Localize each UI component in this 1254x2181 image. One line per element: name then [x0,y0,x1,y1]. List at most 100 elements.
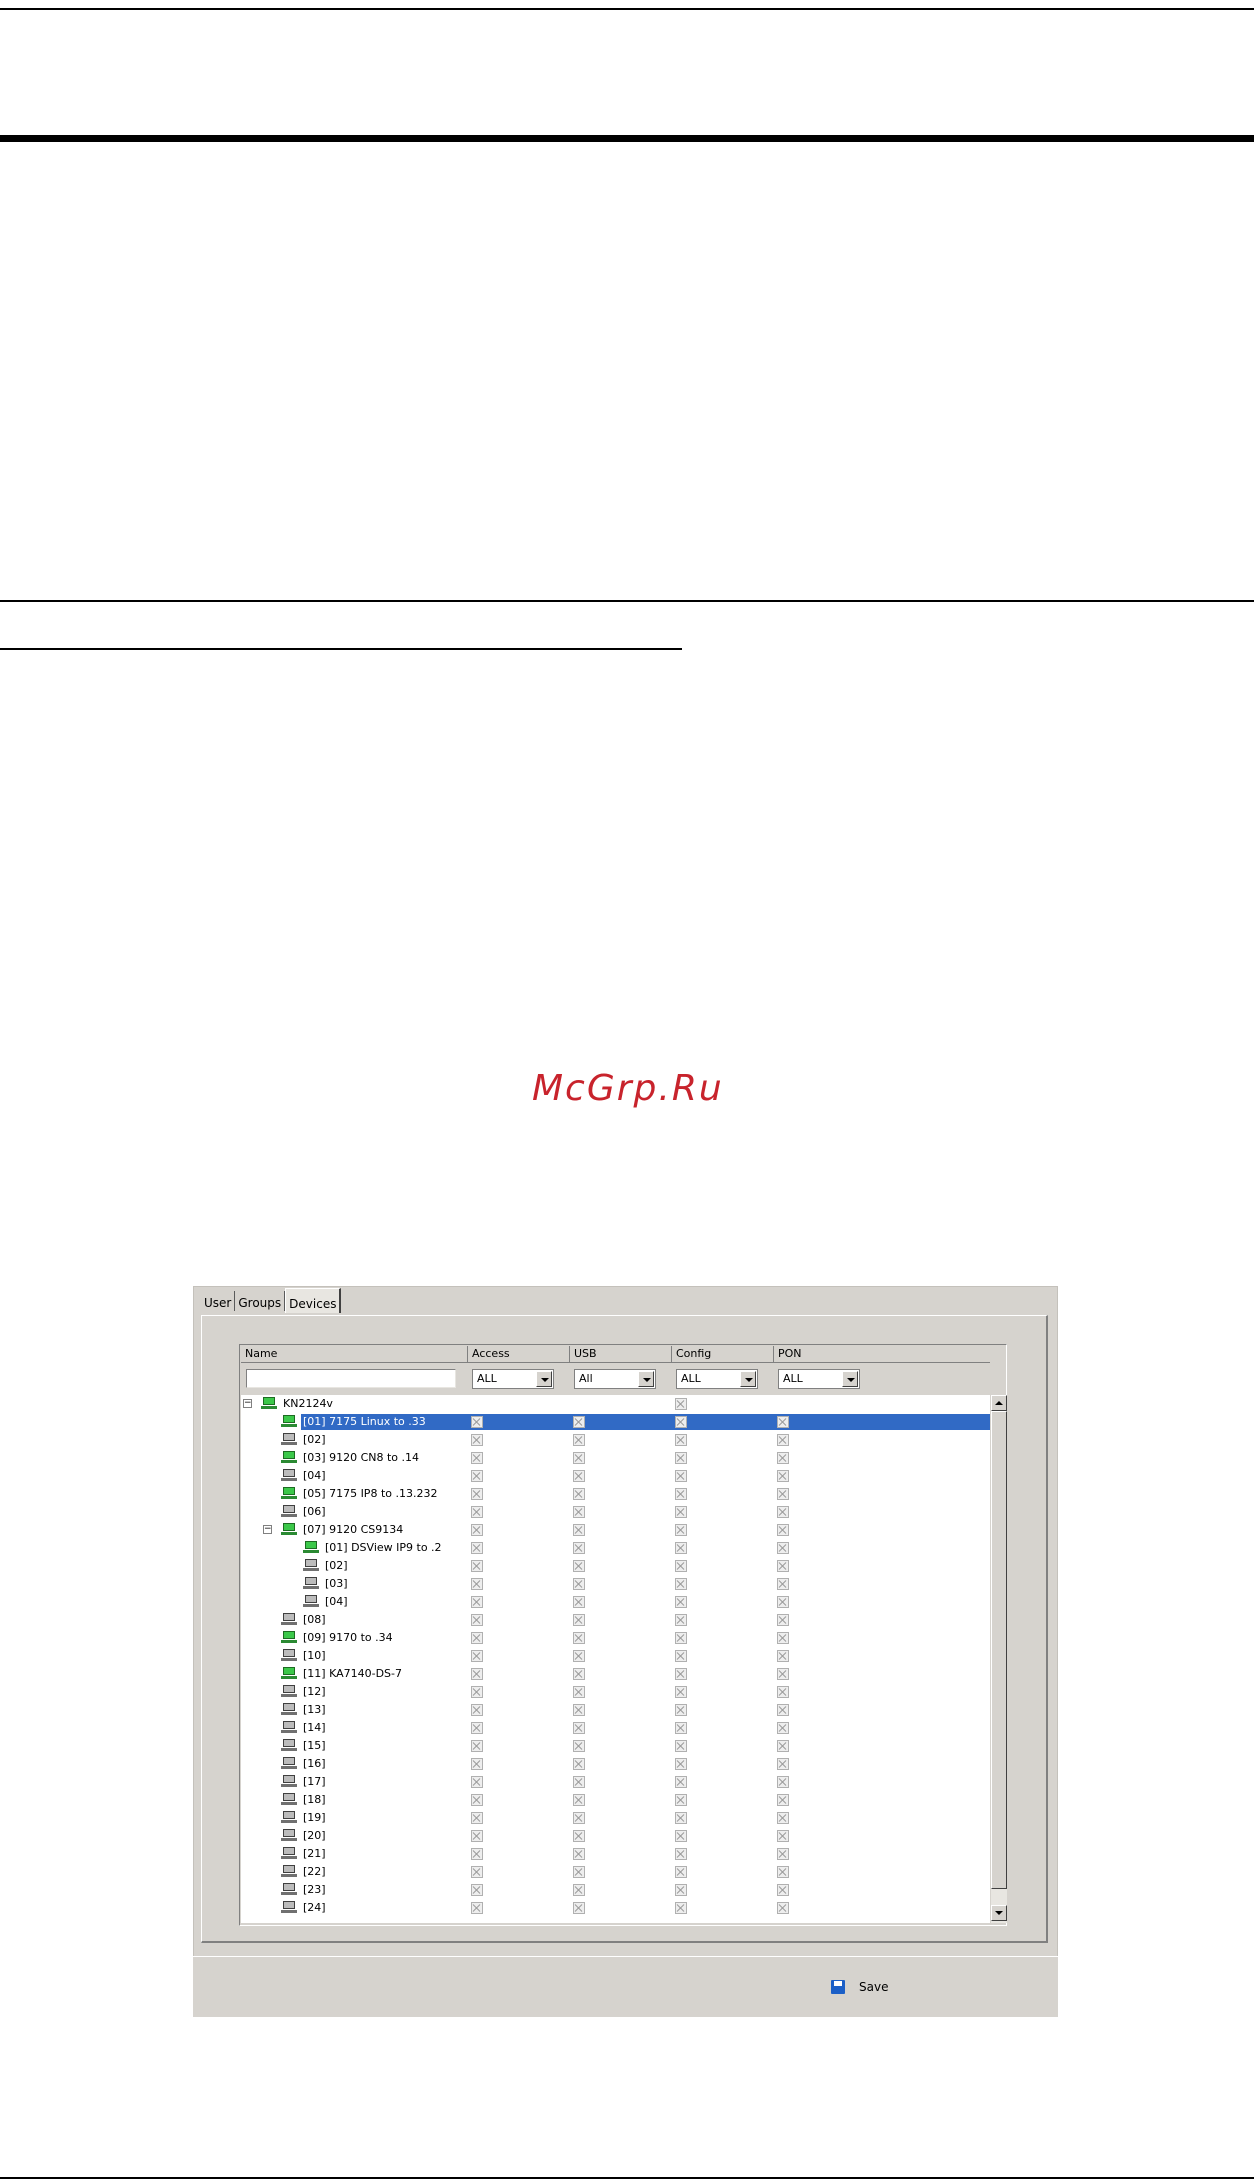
config-checkbox[interactable] [675,1704,687,1716]
pon-checkbox[interactable] [777,1632,789,1644]
tab-user[interactable]: User [201,1291,236,1311]
pon-checkbox[interactable] [777,1416,789,1428]
config-filter-select[interactable]: ALL [676,1369,758,1389]
access-checkbox[interactable] [471,1416,483,1428]
pon-checkbox[interactable] [777,1452,789,1464]
name-filter-input[interactable] [246,1369,456,1388]
tree-row[interactable]: [22] [241,1863,990,1881]
access-checkbox[interactable] [471,1902,483,1914]
pon-checkbox[interactable] [777,1902,789,1914]
access-checkbox[interactable] [471,1506,483,1518]
config-checkbox[interactable] [675,1758,687,1770]
scroll-down-icon[interactable] [991,1905,1007,1921]
config-checkbox[interactable] [675,1506,687,1518]
access-checkbox[interactable] [471,1524,483,1536]
config-checkbox[interactable] [675,1488,687,1500]
access-checkbox[interactable] [471,1560,483,1572]
config-checkbox[interactable] [675,1416,687,1428]
usb-checkbox[interactable] [573,1902,585,1914]
tree-row[interactable]: [05] 7175 IP8 to .13.232 [241,1485,990,1503]
pon-filter-select[interactable]: ALL [778,1369,860,1389]
pon-checkbox[interactable] [777,1848,789,1860]
access-checkbox[interactable] [471,1866,483,1878]
pon-checkbox[interactable] [777,1740,789,1752]
tab-devices[interactable]: Devices [285,1288,342,1313]
tab-groups[interactable]: Groups [235,1291,286,1311]
access-checkbox[interactable] [471,1578,483,1590]
tree-row[interactable]: [11] KA7140-DS-7 [241,1665,990,1683]
config-checkbox[interactable] [675,1740,687,1752]
access-checkbox[interactable] [471,1830,483,1842]
chevron-down-icon[interactable] [536,1371,552,1387]
vertical-scrollbar[interactable] [991,1395,1007,1923]
config-checkbox[interactable] [675,1686,687,1698]
pon-checkbox[interactable] [777,1884,789,1896]
pon-checkbox[interactable] [777,1758,789,1770]
column-config[interactable]: Config [672,1346,774,1362]
pon-checkbox[interactable] [777,1542,789,1554]
tree-row[interactable]: [21] [241,1845,990,1863]
save-button[interactable]: Save [831,1977,888,1997]
column-pon[interactable]: PON [774,1346,990,1362]
usb-checkbox[interactable] [573,1686,585,1698]
config-checkbox[interactable] [675,1650,687,1662]
pon-checkbox[interactable] [777,1488,789,1500]
pon-checkbox[interactable] [777,1506,789,1518]
pon-checkbox[interactable] [777,1560,789,1572]
usb-checkbox[interactable] [573,1758,585,1770]
usb-checkbox[interactable] [573,1596,585,1608]
access-filter-select[interactable]: ALL [472,1369,554,1389]
access-checkbox[interactable] [471,1794,483,1806]
access-checkbox[interactable] [471,1470,483,1482]
pon-checkbox[interactable] [777,1704,789,1716]
usb-checkbox[interactable] [573,1416,585,1428]
pon-checkbox[interactable] [777,1686,789,1698]
pon-checkbox[interactable] [777,1596,789,1608]
config-checkbox[interactable] [675,1866,687,1878]
pon-checkbox[interactable] [777,1578,789,1590]
pon-checkbox[interactable] [777,1650,789,1662]
config-checkbox[interactable] [675,1542,687,1554]
access-checkbox[interactable] [471,1848,483,1860]
config-checkbox[interactable] [675,1668,687,1680]
usb-checkbox[interactable] [573,1578,585,1590]
scroll-thumb[interactable] [991,1411,1007,1889]
tree-row[interactable]: [20] [241,1827,990,1845]
tree-row[interactable]: [15] [241,1737,990,1755]
config-checkbox[interactable] [675,1452,687,1464]
tree-row[interactable]: [01] DSView IP9 to .2 [241,1539,990,1557]
config-checkbox[interactable] [675,1776,687,1788]
tree-row[interactable]: − [07] 9120 CS9134 [241,1521,990,1539]
usb-checkbox[interactable] [573,1812,585,1824]
usb-filter-select[interactable]: All [574,1369,656,1389]
usb-checkbox[interactable] [573,1776,585,1788]
usb-checkbox[interactable] [573,1452,585,1464]
config-checkbox[interactable] [675,1902,687,1914]
config-checkbox[interactable] [675,1722,687,1734]
collapse-icon[interactable]: − [263,1525,272,1534]
pon-checkbox[interactable] [777,1434,789,1446]
pon-checkbox[interactable] [777,1722,789,1734]
access-checkbox[interactable] [471,1632,483,1644]
access-checkbox[interactable] [471,1722,483,1734]
usb-checkbox[interactable] [573,1632,585,1644]
tree-row[interactable]: [03] [241,1575,990,1593]
collapse-icon[interactable]: − [243,1399,252,1408]
tree-row[interactable]: [09] 9170 to .34 [241,1629,990,1647]
chevron-down-icon[interactable] [842,1371,858,1387]
access-checkbox[interactable] [471,1812,483,1824]
chevron-down-icon[interactable] [740,1371,756,1387]
usb-checkbox[interactable] [573,1884,585,1896]
config-checkbox[interactable] [675,1848,687,1860]
scroll-up-icon[interactable] [991,1395,1007,1411]
config-checkbox[interactable] [675,1884,687,1896]
column-access[interactable]: Access [468,1346,570,1362]
tree-row[interactable]: [03] 9120 CN8 to .14 [241,1449,990,1467]
config-checkbox[interactable] [675,1524,687,1536]
pon-checkbox[interactable] [777,1524,789,1536]
usb-checkbox[interactable] [573,1830,585,1842]
tree-row[interactable]: [24] [241,1899,990,1917]
config-checkbox[interactable] [675,1794,687,1806]
usb-checkbox[interactable] [573,1740,585,1752]
access-checkbox[interactable] [471,1740,483,1752]
